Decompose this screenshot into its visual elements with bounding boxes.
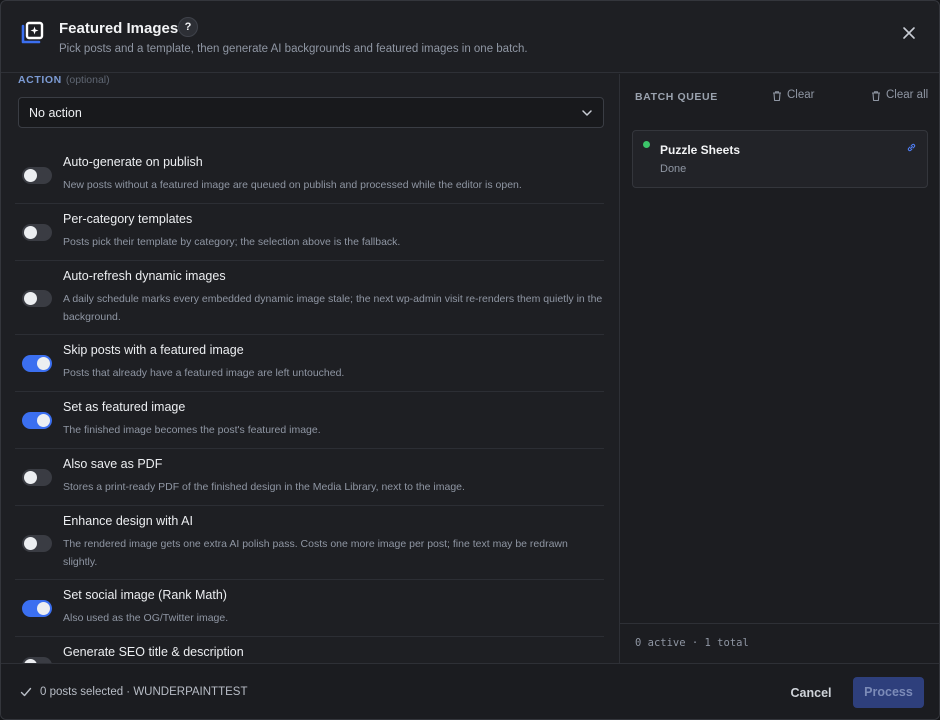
- image-sparkle-icon: [21, 21, 44, 44]
- action-optional-label: (optional): [65, 74, 110, 86]
- option-description: A daily schedule marks every embedded dy…: [63, 293, 603, 323]
- status-dot: [643, 141, 650, 148]
- modal-subtitle: Pick posts and a template, then generate…: [59, 43, 528, 55]
- option-toggle[interactable]: [22, 290, 52, 307]
- option-label: Per-category templates: [63, 212, 193, 226]
- trash-icon: [773, 91, 781, 102]
- toggle-knob: [37, 602, 50, 615]
- queue-item-status: Done: [660, 163, 687, 175]
- toggle-knob: [37, 414, 50, 427]
- toggle-knob: [24, 292, 37, 305]
- option-description: New posts without a featured image are q…: [63, 179, 522, 191]
- option-label: Generate SEO title & description: [63, 645, 244, 659]
- queue-stats: 0 active · 1 total: [635, 637, 749, 649]
- option-row: Set as featured image The finished image …: [15, 392, 604, 449]
- option-row: Skip posts with a featured image Posts th…: [15, 335, 604, 392]
- toggle-knob: [24, 169, 37, 182]
- option-description: Posts that already have a featured image…: [63, 367, 345, 379]
- queue-footer: 0 active · 1 total: [620, 623, 939, 663]
- action-label-text: ACTION: [18, 74, 62, 86]
- option-row: Enhance design with AI The rendered image…: [15, 506, 604, 580]
- process-button[interactable]: Process: [853, 677, 924, 708]
- option-toggle[interactable]: [22, 167, 52, 184]
- queue-item-name: Puzzle Sheets: [660, 143, 741, 157]
- toggle-knob: [24, 226, 37, 239]
- option-description: Also used as the OG/Twitter image.: [63, 612, 229, 624]
- modal-footer: 0 posts selected · WUNDERPAINTTEST Cance…: [1, 663, 939, 719]
- help-button[interactable]: ?: [178, 17, 198, 37]
- option-label: Auto-refresh dynamic images: [63, 269, 226, 283]
- option-row: Auto-generate on publish New posts withou…: [15, 147, 604, 204]
- option-toggle[interactable]: [22, 600, 52, 617]
- settings-panel: ACTION (optional) No action Auto-generate…: [1, 74, 619, 663]
- option-toggle[interactable]: [22, 535, 52, 552]
- queue-item: Puzzle Sheets Done: [632, 130, 928, 188]
- cancel-button[interactable]: Cancel: [776, 678, 846, 708]
- option-label: Set social image (Rank Math): [63, 588, 227, 602]
- close-icon[interactable]: [899, 23, 919, 43]
- clear-button[interactable]: Clear: [771, 89, 815, 102]
- option-row: Also save as PDF Stores a print-ready PDF…: [15, 449, 604, 506]
- option-description: The finished image becomes the post's fe…: [63, 424, 321, 436]
- options-list: Auto-generate on publish New posts withou…: [15, 147, 604, 663]
- toggle-knob: [24, 471, 37, 484]
- toggle-knob: [37, 357, 50, 370]
- option-row: Per-category templates Posts pick their t…: [15, 204, 604, 261]
- option-toggle[interactable]: [22, 412, 52, 429]
- selection-summary: 0 posts selected · WUNDERPAINTTEST: [40, 686, 248, 698]
- clear-all-label: Clear all: [886, 89, 929, 101]
- option-toggle[interactable]: [22, 224, 52, 241]
- option-label: Also save as PDF: [63, 457, 163, 471]
- option-label: Auto-generate on publish: [63, 155, 203, 169]
- modal-header: Featured Images ? Pick posts and a templ…: [1, 1, 939, 73]
- option-toggle[interactable]: [22, 469, 52, 486]
- chevron-down-icon: [582, 110, 592, 116]
- option-row: Set social image (Rank Math) Also used as…: [15, 580, 604, 637]
- link-icon[interactable]: [906, 142, 917, 153]
- toggle-knob: [24, 537, 37, 550]
- option-label: Set as featured image: [63, 400, 186, 414]
- option-description: The rendered image gets one extra AI pol…: [63, 538, 568, 568]
- clear-all-button[interactable]: Clear all: [870, 89, 929, 102]
- option-row: Generate SEO title & description: [15, 637, 604, 663]
- batch-queue-title: BATCH QUEUE: [635, 91, 718, 103]
- modal-title: Featured Images: [59, 20, 179, 37]
- action-select-value: No action: [29, 106, 82, 120]
- trash-icon: [872, 91, 880, 102]
- featured-images-modal: Featured Images ? Pick posts and a templ…: [0, 0, 940, 720]
- batch-queue-panel: BATCH QUEUE Clear Clear all Puzzle Sheet…: [619, 74, 939, 663]
- action-label: ACTION (optional): [18, 74, 110, 86]
- option-description: Posts pick their template by category; t…: [63, 236, 401, 248]
- option-description: Stores a print-ready PDF of the finished…: [63, 481, 465, 493]
- check-icon: [20, 687, 32, 697]
- option-toggle[interactable]: [22, 355, 52, 372]
- option-label: Skip posts with a featured image: [63, 343, 244, 357]
- clear-label: Clear: [787, 89, 815, 101]
- action-select[interactable]: No action: [18, 97, 604, 128]
- option-row: Auto-refresh dynamic images A daily sched…: [15, 261, 604, 335]
- option-label: Enhance design with AI: [63, 514, 193, 528]
